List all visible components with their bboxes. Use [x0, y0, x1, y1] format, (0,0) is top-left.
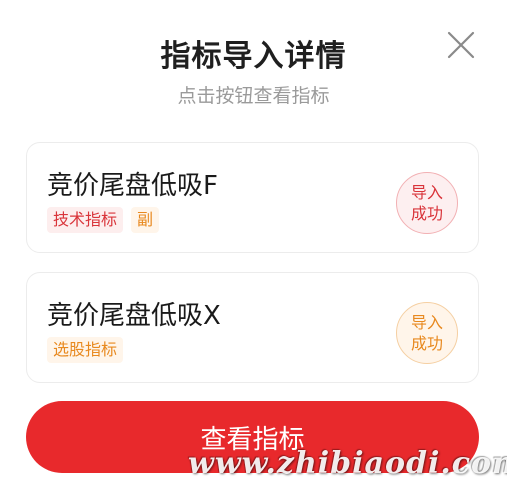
indicator-type-tag: 技术指标	[47, 207, 124, 233]
import-details-dialog: 指标导入详情 点击按钮查看指标 竞价尾盘低吸F 技术指标 副 导入 成功 竞价尾…	[0, 0, 507, 502]
indicator-type-tag: 选股指标	[47, 337, 124, 363]
stamp-text-line2: 成功	[410, 334, 443, 353]
stamp-text-line1: 导入	[410, 183, 443, 202]
import-success-stamp: 导入 成功	[396, 302, 458, 364]
indicator-subtype-tag: 副	[131, 207, 160, 233]
indicator-card: 竞价尾盘低吸X 选股指标 导入 成功	[26, 272, 479, 383]
dialog-title: 指标导入详情	[160, 39, 347, 74]
close-icon[interactable]	[445, 29, 477, 61]
import-success-stamp: 导入 成功	[396, 172, 458, 234]
view-indicator-button[interactable]: 查看指标	[26, 401, 479, 473]
indicator-tags: 选股指标	[47, 337, 124, 363]
stamp-text-line1: 导入	[410, 313, 443, 332]
stamp-text-line2: 成功	[410, 204, 443, 223]
indicator-card: 竞价尾盘低吸F 技术指标 副 导入 成功	[26, 142, 479, 253]
indicator-name: 竞价尾盘低吸X	[47, 301, 221, 331]
dialog-subtitle: 点击按钮查看指标	[177, 85, 330, 107]
indicator-tags: 技术指标 副	[47, 207, 160, 233]
indicator-name: 竞价尾盘低吸F	[47, 171, 218, 201]
